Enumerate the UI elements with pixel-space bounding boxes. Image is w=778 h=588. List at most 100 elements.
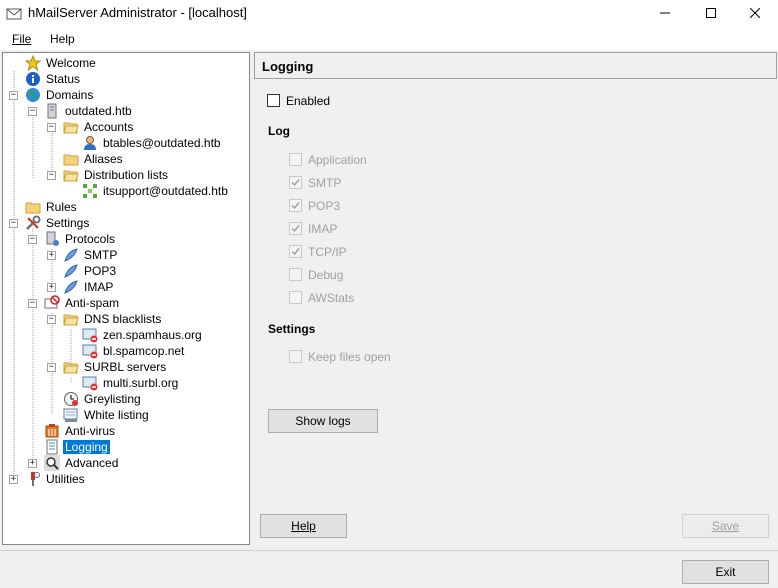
tree-label: outdated.htb: [65, 104, 132, 118]
collapse-icon[interactable]: −: [28, 235, 37, 244]
tree-label: Anti-spam: [65, 296, 120, 310]
save-button-label: Save: [711, 519, 740, 533]
log-option-label: Debug: [308, 268, 344, 282]
tree-label: Accounts: [84, 120, 134, 134]
expand-icon[interactable]: +: [9, 475, 18, 484]
user-icon: [84, 136, 96, 150]
protocol-feather-icon: [64, 280, 78, 294]
log-option-checkbox[interactable]: [289, 245, 302, 258]
tree-label: Settings: [46, 216, 90, 230]
server-icon: [47, 103, 57, 119]
maximize-button[interactable]: [688, 0, 734, 26]
page-title: Logging: [262, 59, 314, 74]
show-logs-button[interactable]: Show logs: [268, 409, 378, 433]
tree-label: itsupport@outdated.htb: [103, 184, 228, 198]
tree-label: SMTP: [84, 248, 118, 262]
log-option-label: POP3: [308, 199, 341, 213]
tree-label: SURBL servers: [84, 360, 167, 374]
folder-open-icon: [63, 314, 79, 326]
log-option-label: IMAP: [308, 222, 338, 236]
tree-label: btables@outdated.htb: [103, 136, 221, 150]
collapse-icon[interactable]: −: [47, 315, 56, 324]
keep-files-open-label: Keep files open: [308, 350, 391, 364]
menu-file[interactable]: File: [12, 32, 31, 46]
collapse-icon[interactable]: −: [28, 299, 37, 308]
globe-icon: [26, 88, 40, 102]
blocked-mail-icon: [82, 328, 98, 343]
antivirus-icon: [45, 424, 59, 438]
tree-label: POP3: [84, 264, 117, 278]
tree-label: Advanced: [65, 456, 119, 470]
tree-label-selected: Logging: [63, 440, 110, 454]
tree-label: Utilities: [46, 472, 85, 486]
info-icon: [26, 72, 40, 86]
expand-icon[interactable]: +: [28, 459, 37, 468]
collapse-icon[interactable]: −: [28, 107, 37, 116]
enabled-label[interactable]: Enabled: [286, 94, 330, 108]
collapse-icon[interactable]: −: [47, 171, 56, 180]
tree-label: Domains: [46, 88, 94, 102]
log-option-checkbox[interactable]: [289, 222, 302, 235]
window-title: hMailServer Administrator - [localhost]: [28, 5, 247, 20]
tree-label: Distribution lists: [84, 168, 169, 182]
expand-icon[interactable]: +: [47, 251, 56, 260]
log-option-checkbox[interactable]: [289, 199, 302, 212]
tree-label: White listing: [84, 408, 149, 422]
tree-label: Protocols: [65, 232, 116, 246]
navigation-tree[interactable]: Welcome Status − Domains − outdated.htb …: [2, 52, 250, 545]
keep-files-open-checkbox[interactable]: [289, 350, 302, 363]
tree-label: IMAP: [84, 280, 114, 294]
folder-icon: [25, 202, 41, 214]
tree-label: Greylisting: [84, 392, 141, 406]
menu-help[interactable]: Help: [50, 32, 75, 46]
menu-bar: File Help: [0, 28, 778, 50]
log-option-checkbox[interactable]: [289, 153, 302, 166]
folder-open-icon: [63, 362, 79, 374]
maximize-icon: [706, 8, 716, 18]
clock-icon: [64, 392, 78, 406]
close-button[interactable]: [732, 0, 778, 26]
distribution-list-icon: [83, 184, 97, 198]
enabled-checkbox[interactable]: [267, 94, 280, 107]
protocols-icon: [46, 231, 59, 246]
tree-label: Anti-virus: [65, 424, 116, 438]
tree-label: Rules: [46, 200, 77, 214]
collapse-icon[interactable]: −: [47, 363, 56, 372]
tree-label: Aliases: [84, 152, 123, 166]
collapse-icon[interactable]: −: [9, 219, 18, 228]
protocol-feather-icon: [64, 264, 78, 278]
help-button[interactable]: Help: [260, 514, 347, 538]
log-option-checkbox[interactable]: [289, 268, 302, 281]
tree-label: Welcome: [46, 56, 96, 70]
log-section-title: Log: [268, 124, 290, 138]
log-option-label: AWStats: [308, 291, 355, 305]
folder-icon: [63, 154, 79, 166]
footer-divider: [0, 550, 778, 551]
expand-icon[interactable]: +: [47, 283, 56, 292]
tree-label: multi.surbl.org: [103, 376, 179, 390]
log-option-checkbox[interactable]: [289, 176, 302, 189]
magnifier-icon: [44, 455, 60, 471]
collapse-icon[interactable]: −: [47, 123, 56, 132]
settings-section-title: Settings: [268, 322, 316, 336]
antispam-icon: [44, 295, 60, 309]
envelope-icon: [6, 8, 22, 20]
help-button-label: Help: [291, 519, 316, 533]
collapse-icon[interactable]: −: [9, 91, 18, 100]
protocol-feather-icon: [64, 248, 78, 262]
folder-open-icon: [63, 170, 79, 182]
tree-label: zen.spamhaus.org: [103, 328, 202, 342]
exit-button[interactable]: Exit: [682, 560, 769, 584]
save-button[interactable]: Save: [682, 514, 769, 538]
minimize-icon: [660, 12, 670, 14]
panel-header: Logging: [254, 52, 777, 79]
title-bar: hMailServer Administrator - [localhost]: [0, 0, 778, 28]
log-option-checkbox[interactable]: [289, 291, 302, 304]
tools-icon: [26, 215, 41, 230]
whitelist-icon: [63, 408, 78, 422]
log-option-label: SMTP: [308, 176, 342, 190]
tree-label: bl.spamcop.net: [103, 344, 185, 358]
close-icon: [750, 8, 760, 18]
minimize-button[interactable]: [642, 0, 688, 26]
log-option-label: Application: [308, 153, 367, 167]
